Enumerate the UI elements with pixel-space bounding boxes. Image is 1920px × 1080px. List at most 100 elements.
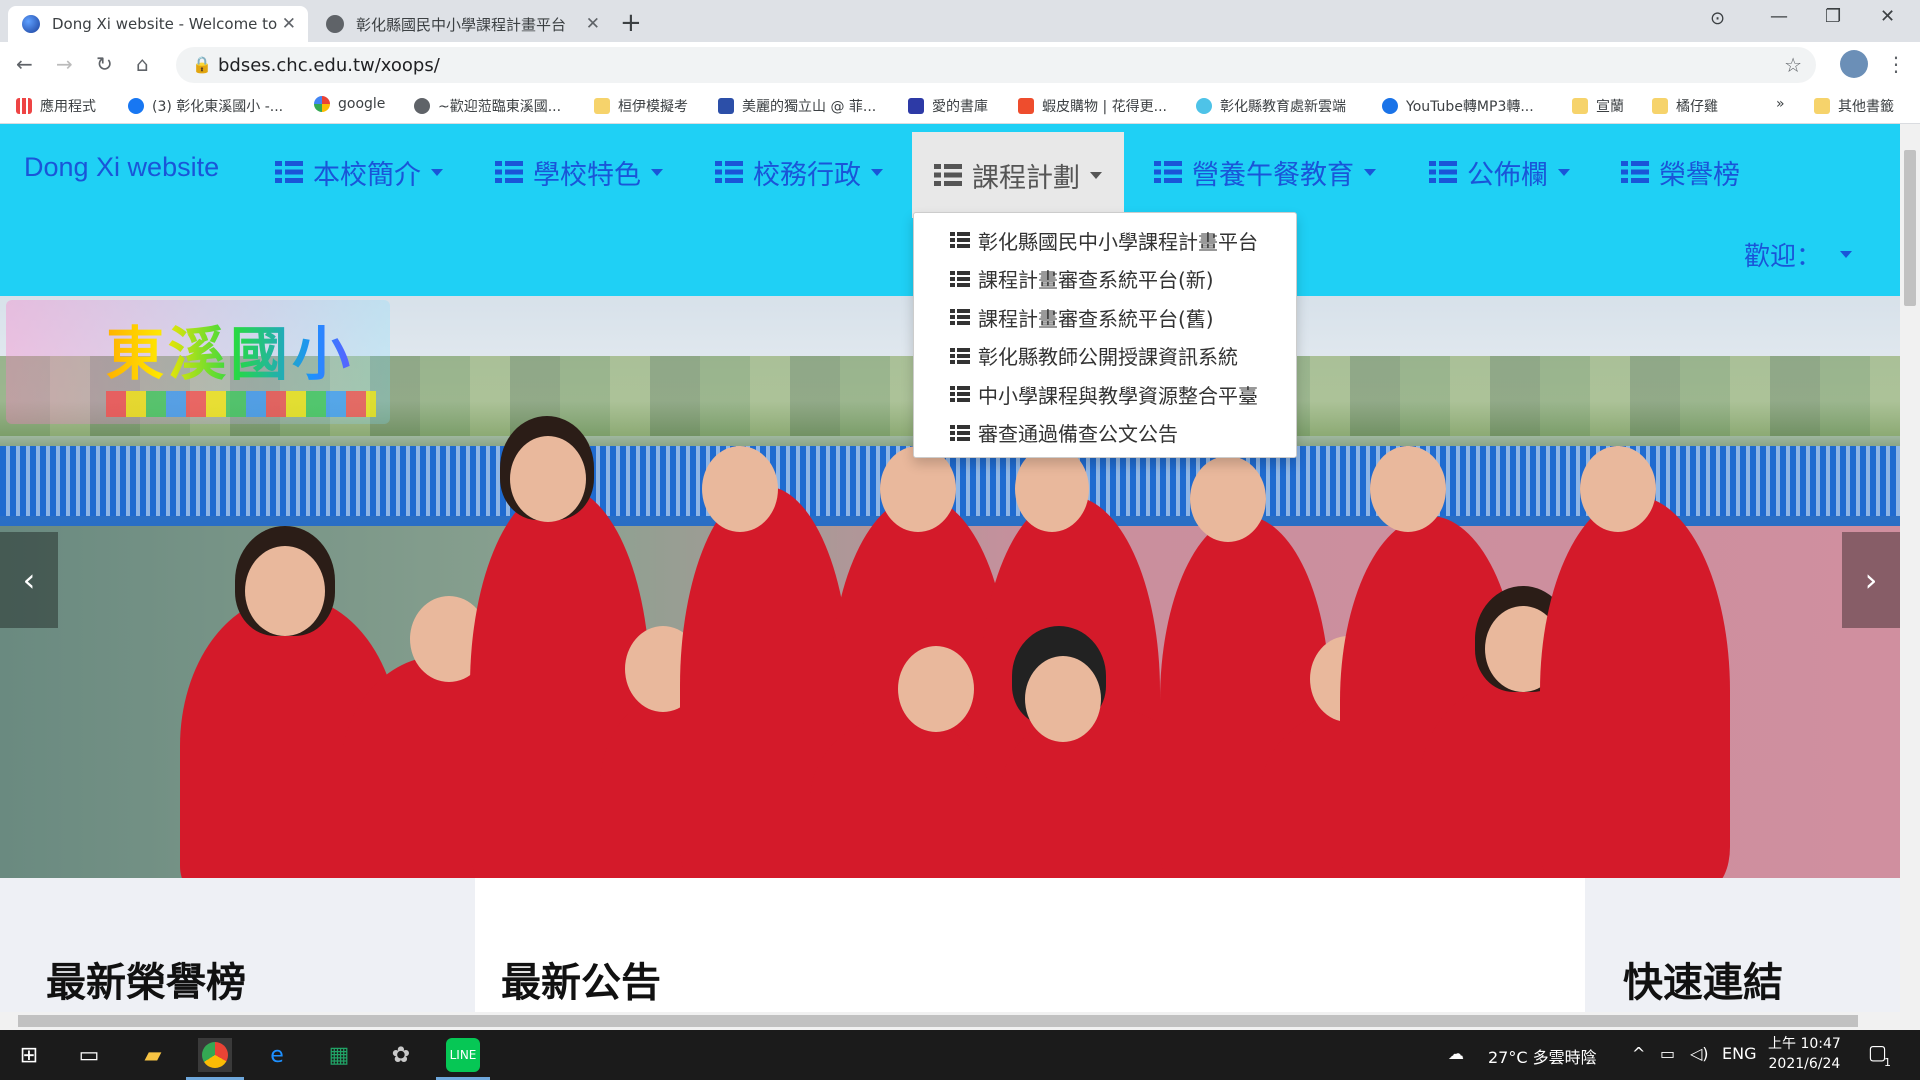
menu-label: 公佈欄 bbox=[1467, 159, 1548, 191]
volume-icon[interactable]: ◁) bbox=[1690, 1044, 1709, 1063]
caret-down-icon bbox=[1840, 251, 1853, 258]
photo-person-face bbox=[510, 436, 586, 522]
restore-button[interactable]: ❐ bbox=[1825, 6, 1841, 27]
bookmark-yt-mp3[interactable]: YouTube轉MP3轉... bbox=[1382, 96, 1534, 116]
school-logo-reflection bbox=[106, 391, 376, 417]
vertical-scrollbar[interactable] bbox=[1900, 124, 1920, 1012]
list-icon bbox=[950, 424, 970, 441]
list-icon bbox=[950, 309, 970, 326]
weather-cloud-icon[interactable]: ☁ bbox=[1448, 1044, 1464, 1063]
bookmark-facebook[interactable]: (3) 彰化東溪國小 -... bbox=[128, 96, 283, 116]
close-tab-icon[interactable]: ✕ bbox=[282, 14, 296, 34]
home-icon[interactable]: ⌂ bbox=[136, 52, 149, 76]
bookmark-label: 其他書籤 bbox=[1838, 99, 1894, 115]
chrome-logo-icon bbox=[202, 1042, 228, 1068]
dropdown-label: 彰化縣教師公開授課資訊系統 bbox=[978, 345, 1238, 370]
menu-administration[interactable]: 校務行政 bbox=[715, 148, 883, 196]
more-bookmarks-button[interactable]: » bbox=[1776, 96, 1785, 112]
apps-grid-icon bbox=[16, 98, 32, 114]
tab-search-icon[interactable]: ⊙ bbox=[1710, 8, 1725, 29]
system-clock[interactable]: 上午 10:47 2021/6/24 bbox=[1768, 1034, 1841, 1074]
panel-heading-links: 快速連結 bbox=[1623, 960, 1783, 1006]
bookmark-google[interactable]: google bbox=[314, 96, 385, 112]
globe-icon bbox=[414, 98, 430, 114]
school-logo-text: 東溪國小 bbox=[6, 307, 390, 391]
network-icon[interactable]: ▭ bbox=[1660, 1044, 1675, 1063]
menu-honor-roll[interactable]: 榮譽榜 bbox=[1621, 148, 1740, 196]
bookmark-label: 宣蘭 bbox=[1596, 99, 1624, 115]
panel-honor: 最新榮譽榜 bbox=[0, 878, 475, 1012]
tab-dong-xi[interactable]: Dong Xi website - Welcome to ✕ bbox=[8, 6, 308, 42]
menu-features[interactable]: 學校特色 bbox=[495, 148, 663, 196]
bookmark-star-icon[interactable]: ☆ bbox=[1784, 53, 1802, 77]
tab-title: Dong Xi website - Welcome to bbox=[52, 15, 278, 33]
language-indicator[interactable]: ENG bbox=[1722, 1044, 1756, 1063]
dropdown-item-open-class-system[interactable]: 彰化縣教師公開授課資訊系統 bbox=[914, 337, 1296, 376]
vertical-scroll-thumb[interactable] bbox=[1904, 150, 1916, 306]
new-tab-button[interactable]: + bbox=[620, 8, 642, 38]
dropdown-label: 審查通過備查公文公告 bbox=[978, 422, 1178, 447]
close-tab-icon[interactable]: ✕ bbox=[586, 14, 600, 34]
school-logo: 東溪國小 bbox=[6, 300, 390, 424]
bookmark-label: 美麗的獨立山 @ 菲... bbox=[742, 99, 877, 115]
tray-chevron-icon[interactable]: ^ bbox=[1632, 1044, 1645, 1063]
more-bookmarks-chevron-icon: » bbox=[1776, 96, 1785, 112]
dropdown-item-resource-platform[interactable]: 中小學課程與教學資源整合平臺 bbox=[914, 375, 1296, 414]
welcome-user-menu[interactable]: 歡迎： bbox=[1744, 236, 1853, 273]
bookmark-library[interactable]: 愛的書庫 bbox=[908, 96, 988, 116]
bookmark-folder[interactable]: 桓伊模擬考 bbox=[594, 96, 688, 116]
internet-explorer-icon[interactable]: e bbox=[260, 1038, 294, 1072]
close-window-button[interactable]: ✕ bbox=[1880, 6, 1895, 27]
url-text: bdses.chc.edu.tw/xoops/ bbox=[218, 54, 440, 76]
task-view-icon[interactable]: ▭ bbox=[72, 1038, 106, 1072]
menu-curriculum[interactable]: 課程計劃 bbox=[912, 132, 1124, 218]
site-brand[interactable]: Dong Xi website bbox=[24, 152, 219, 183]
paint-icon[interactable]: ✿ bbox=[384, 1038, 418, 1072]
menu-lunch-education[interactable]: 營養午餐教育 bbox=[1154, 148, 1376, 196]
photo-person-face bbox=[1580, 446, 1656, 532]
site-favicon-icon bbox=[22, 15, 40, 33]
caret-down-icon bbox=[1364, 168, 1376, 176]
bookmark-label: ~歡迎蒞臨東溪國... bbox=[438, 99, 562, 115]
dropdown-item-curriculum-platform[interactable]: 彰化縣國民中小學課程計畫平台 bbox=[914, 221, 1296, 260]
weather-text[interactable]: 27°C 多雲時陰 bbox=[1488, 1044, 1597, 1068]
minimize-button[interactable]: — bbox=[1770, 6, 1788, 27]
profile-avatar[interactable] bbox=[1840, 50, 1868, 78]
dropdown-item-review-system-new[interactable]: 課程計畫審查系統平台(新) bbox=[914, 260, 1296, 299]
bookmark-other[interactable]: 其他書籤 bbox=[1814, 96, 1894, 116]
horizontal-scroll-thumb[interactable] bbox=[18, 1015, 1858, 1027]
lock-icon[interactable]: 🔒 bbox=[192, 55, 212, 74]
windows-start-icon[interactable]: ⊞ bbox=[12, 1038, 46, 1072]
carousel-next-button[interactable]: › bbox=[1842, 532, 1900, 628]
menu-about[interactable]: 本校簡介 bbox=[275, 148, 443, 196]
forward-icon[interactable]: → bbox=[56, 52, 73, 76]
carousel-prev-button[interactable]: ‹ bbox=[0, 532, 58, 628]
menu-bulletin[interactable]: 公佈欄 bbox=[1429, 148, 1570, 196]
bookmark-blog[interactable]: 美麗的獨立山 @ 菲... bbox=[718, 96, 876, 116]
menu-label: 學校特色 bbox=[533, 159, 641, 191]
bookmark-shopee[interactable]: 蝦皮購物 | 花得更... bbox=[1018, 96, 1167, 116]
browser-toolbar: ← → ↻ ⌂ 🔒 bdses.chc.edu.tw/xoops/ ☆ ⋮ bbox=[0, 42, 1920, 88]
dropdown-item-approval-notice[interactable]: 審查通過備查公文公告 bbox=[914, 414, 1296, 453]
reload-icon[interactable]: ↻ bbox=[96, 52, 113, 76]
bookmark-folder[interactable]: 宣蘭 bbox=[1572, 96, 1624, 116]
chrome-icon[interactable] bbox=[198, 1038, 232, 1072]
bookmark-apps[interactable]: 應用程式 bbox=[16, 96, 96, 116]
browser-tab-strip: Dong Xi website - Welcome to ✕ 彰化縣國民中小學課… bbox=[0, 0, 1920, 42]
bookmark-label: 愛的書庫 bbox=[932, 99, 988, 115]
horizontal-scrollbar[interactable] bbox=[0, 1012, 1920, 1030]
file-explorer-icon[interactable]: ▰ bbox=[136, 1038, 170, 1072]
bookmark-folder[interactable]: 橘仔雞 bbox=[1652, 96, 1718, 116]
menu-label: 營養午餐教育 bbox=[1192, 159, 1354, 191]
menu-label: 本校簡介 bbox=[313, 159, 421, 191]
back-icon[interactable]: ← bbox=[16, 52, 33, 76]
menu-kebab-icon[interactable]: ⋮ bbox=[1886, 52, 1906, 76]
excel-icon[interactable]: ▦ bbox=[322, 1038, 356, 1072]
tab-curriculum-platform[interactable]: 彰化縣國民中小學課程計畫平台 ✕ bbox=[312, 6, 612, 42]
line-icon[interactable]: LINE bbox=[446, 1038, 480, 1072]
dropdown-item-review-system-old[interactable]: 課程計畫審查系統平台(舊) bbox=[914, 298, 1296, 337]
bookmark-cloud[interactable]: 彰化縣教育處新雲端 bbox=[1196, 96, 1346, 116]
panel-heading-news: 最新公告 bbox=[501, 960, 661, 1006]
bookmark-dongxi[interactable]: ~歡迎蒞臨東溪國... bbox=[414, 96, 561, 116]
address-bar[interactable]: 🔒 bdses.chc.edu.tw/xoops/ ☆ bbox=[176, 47, 1816, 83]
